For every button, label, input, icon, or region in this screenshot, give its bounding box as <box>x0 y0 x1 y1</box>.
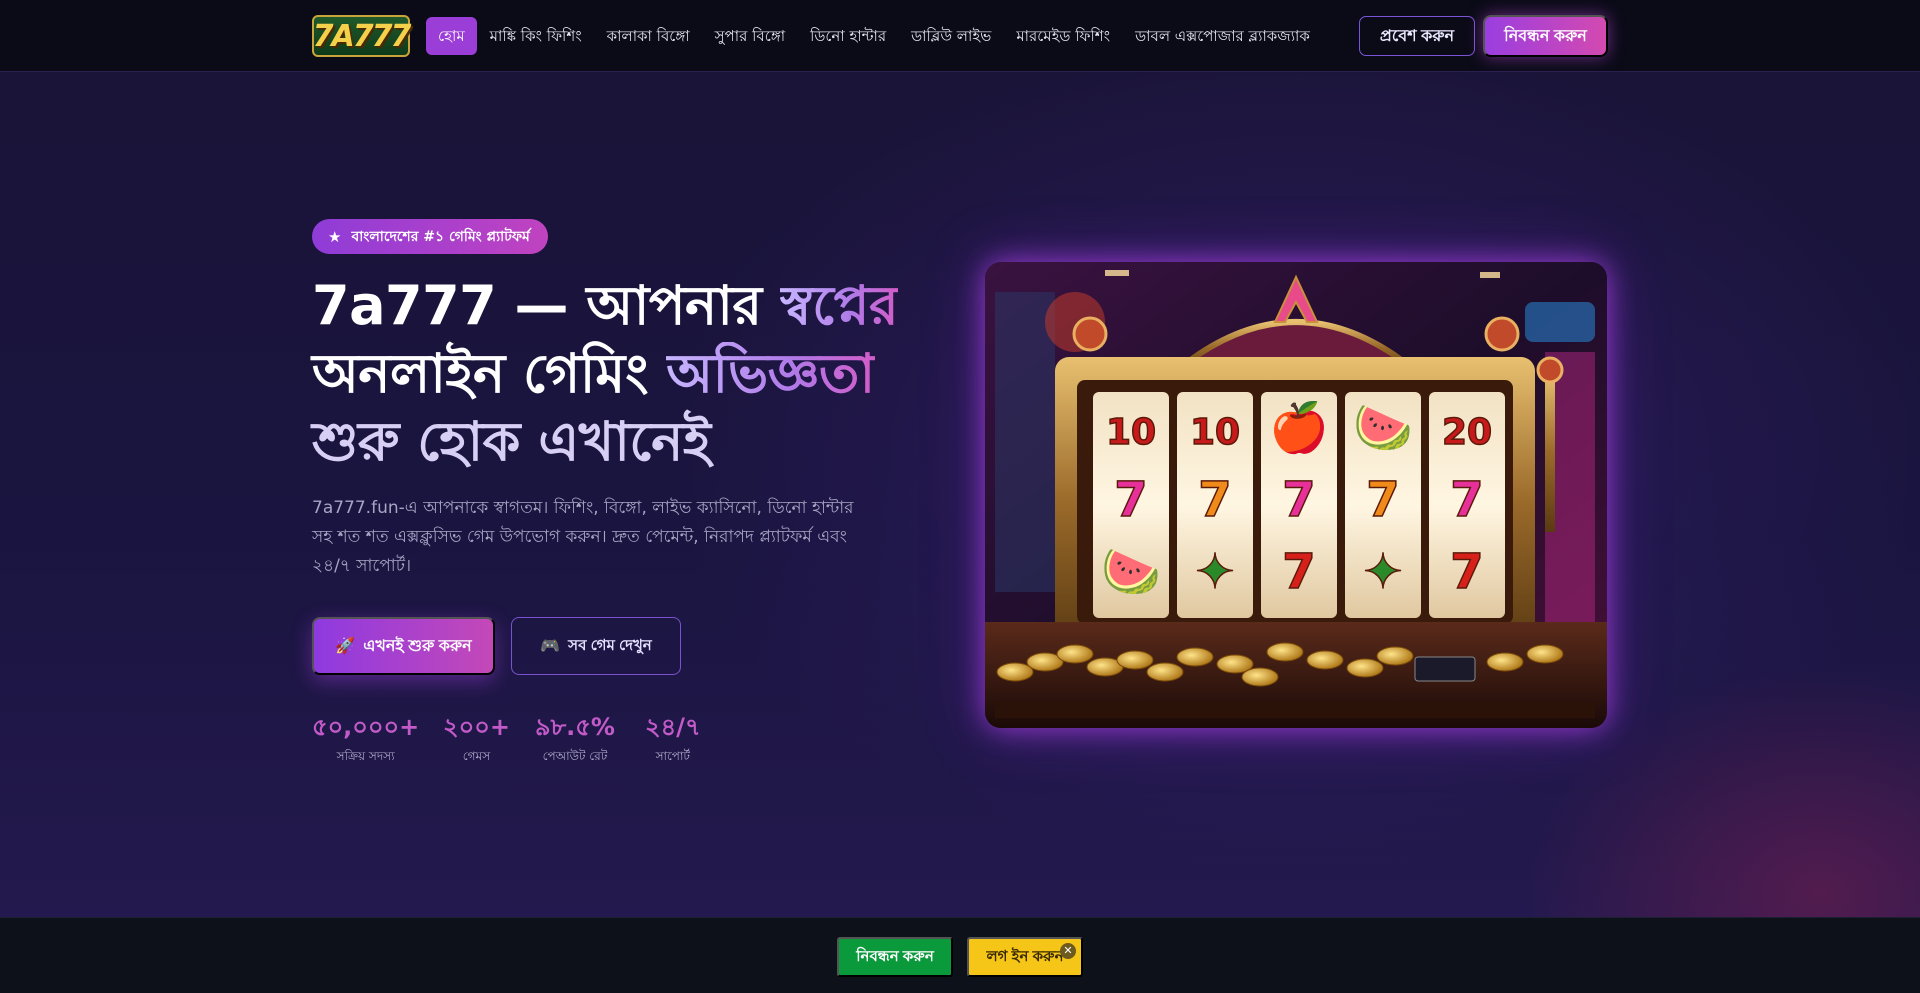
site-logo[interactable]: 7A777 <box>312 15 411 57</box>
headline-part-1: 7a777 — আপনার <box>312 274 780 337</box>
sticky-bottom-bar: নিবন্ধন করুন লগ ইন করুন ✕ <box>0 917 1920 993</box>
slot-symbol: 🍎 <box>1269 399 1329 456</box>
hero-section <box>0 72 1920 917</box>
slot-symbol: 7 <box>1366 472 1399 528</box>
stat-value: ৯৮.৫% <box>535 713 615 741</box>
header-register-button[interactable]: নিবন্ধন করুন <box>1483 15 1608 57</box>
slot-symbol: 10 <box>1190 412 1240 453</box>
nav-item-w-live[interactable]: ডাব্লিউ লাইভ <box>899 17 1003 55</box>
stat-support: ২৪/৭ সাপোর্ট <box>645 712 701 768</box>
coin <box>1116 650 1154 670</box>
nav-item-super-bingo[interactable]: সুপার বিঙ্গো <box>703 17 797 55</box>
slot-symbol: 7 <box>1198 472 1231 528</box>
hero-headline: 7a777 — আপনার স্বপ্নের অনলাইন গেমিং অভিজ… <box>312 272 912 476</box>
slot-machine-illustration: 107🍉107✦🍎77🍉7✦2077 <box>985 262 1607 728</box>
stat-value: ২৪/৭ <box>645 713 701 741</box>
stat-value: ৫০,০০০+ <box>312 713 420 741</box>
start-now-button[interactable]: 🚀 এখনই শুরু করুন <box>312 617 495 675</box>
slot-symbol: 7 <box>1282 544 1315 600</box>
nav-item-mermaid-fishing[interactable]: মারমেইড ফিশিং <box>1004 17 1122 55</box>
coin <box>1376 646 1414 666</box>
stat-label: পেআউট রেট <box>542 749 608 763</box>
coin <box>1176 647 1214 667</box>
nav-item-kalaka-bingo[interactable]: কালাকা বিঙ্গো <box>595 17 702 55</box>
nav-item-double-exposure-blackjack[interactable]: ডাবল এক্সপোজার ব্ল্যাকজ্যাক <box>1123 17 1322 55</box>
platform-badge: ★ বাংলাদেশের #১ গেমিং প্ল্যাটফর্ম <box>312 219 548 254</box>
slot-symbol: 10 <box>1106 412 1156 453</box>
main-nav: হোম মাঙ্কি কিং ফিশিং কালাকা বিঙ্গো সুপার… <box>426 17 1323 55</box>
slot-symbol: 7 <box>1114 472 1147 528</box>
coin <box>1146 662 1184 682</box>
stat-active-members: ৫০,০০০+ সক্রিয় সদস্য <box>312 712 419 768</box>
gamepad-icon: 🎮 <box>540 638 561 655</box>
slot-symbol: 7 <box>1282 472 1315 528</box>
slot-symbol: ✦ <box>1363 544 1403 600</box>
stat-payout-rate: ৯৮.৫% পেআউট রেট <box>535 712 615 768</box>
headline-part-3: অনলাইন গেমিং <box>312 342 667 405</box>
coin <box>1306 650 1344 670</box>
view-all-games-label: সব গেম দেখুন <box>568 636 652 654</box>
slot-symbol: 🍉 <box>1353 400 1413 456</box>
slot-machine-image: 10 7 🍉 10 7 ✦ 🍎 7 7 🍉 7 ✦ 20 7 7 <box>985 262 1607 728</box>
slot-symbol: ✦ <box>1195 544 1235 600</box>
site-header: 7A777 হোম মাঙ্কি কিং ফিশিং কালাকা বিঙ্গো… <box>0 0 1920 72</box>
stat-label: গেমস <box>462 749 491 763</box>
coin <box>1526 644 1564 664</box>
slot-symbol: 🍉 <box>1101 544 1161 600</box>
headline-part-4: অভিজ্ঞতা <box>666 342 875 405</box>
slot-symbol: 7 <box>1450 544 1483 600</box>
coin <box>1266 642 1304 662</box>
headline-part-5: শুরু হোক এখানেই <box>312 410 711 473</box>
bottom-register-button[interactable]: নিবন্ধন করুন <box>837 937 953 977</box>
coin <box>1486 652 1524 672</box>
nav-item-monkey-king-fishing[interactable]: মাঙ্কি কিং ফিশিং <box>478 17 594 55</box>
nav-item-home[interactable]: হোম <box>426 17 477 55</box>
stat-games: ২০০+ গেমস <box>443 712 510 768</box>
headline-part-2: স্বপ্নের <box>779 274 899 337</box>
coin <box>1056 644 1094 664</box>
star-icon: ★ <box>328 227 342 246</box>
hero-description: 7a777.fun-এ আপনাকে স্বাগতম। ফিশিং, বিঙ্গ… <box>312 498 854 576</box>
stat-value: ২০০+ <box>443 713 510 741</box>
coin <box>996 662 1034 682</box>
stat-label: সক্রিয় সদস্য <box>336 749 395 763</box>
start-now-label: এখনই শুরু করুন <box>363 637 472 655</box>
close-icon[interactable]: ✕ <box>1060 943 1076 959</box>
rocket-icon: 🚀 <box>335 638 356 655</box>
coin <box>1346 658 1384 678</box>
slot-symbol: 7 <box>1450 472 1483 528</box>
stat-label: সাপোর্ট <box>655 749 690 763</box>
platform-badge-text: বাংলাদেশের #১ গেমিং প্ল্যাটফর্ম <box>351 228 530 245</box>
nav-item-dino-hunter[interactable]: ডিনো হান্টার <box>798 17 898 55</box>
view-all-games-button[interactable]: 🎮 সব গেম দেখুন <box>511 617 681 675</box>
coin <box>1241 667 1279 687</box>
slot-symbol: 20 <box>1442 412 1492 453</box>
header-login-button[interactable]: প্রবেশ করুন <box>1359 16 1475 56</box>
